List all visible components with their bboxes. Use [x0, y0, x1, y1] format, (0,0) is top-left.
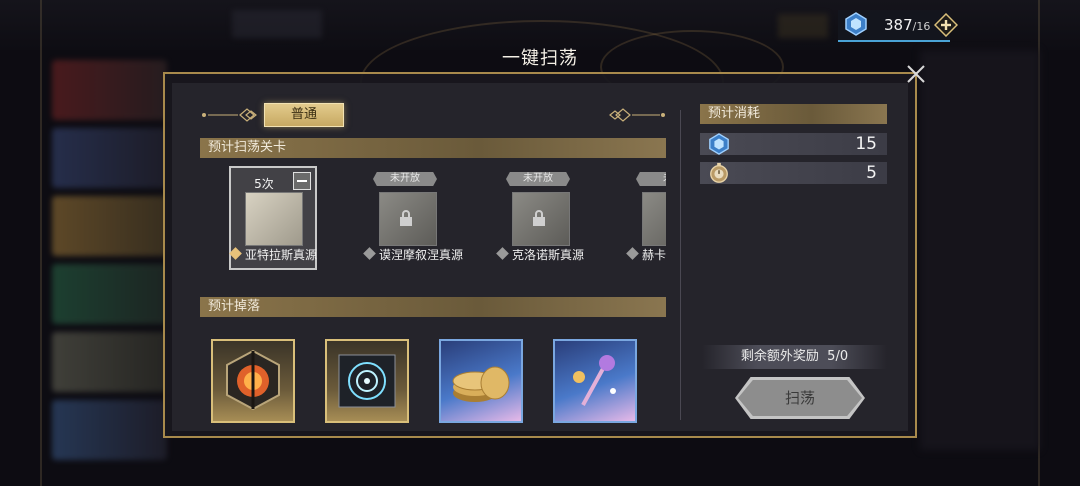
extra-reward-status: 剩余额外奖励 5/0	[702, 345, 887, 369]
stage-diamond-icon	[626, 247, 639, 260]
cost-row-watch: 5	[700, 162, 887, 184]
stage-name: 克洛诺斯真源	[496, 246, 584, 263]
drop-item-record[interactable]	[325, 339, 409, 423]
drop-item-wand[interactable]	[553, 339, 637, 423]
dialog-title: 一键扫荡	[502, 48, 578, 69]
drop-item-cube[interactable]	[211, 339, 295, 423]
lock-icon	[533, 210, 545, 226]
stage-thumbnail	[245, 192, 303, 246]
stage-diamond-icon	[496, 247, 509, 260]
mystery-cube-icon	[226, 349, 280, 411]
astrolabe-record-icon	[338, 354, 396, 408]
plus-icon[interactable]	[934, 13, 958, 37]
drops-section-header: 预计掉落	[200, 297, 666, 317]
sweep-count: 5次	[254, 177, 274, 191]
decrease-count-button[interactable]	[293, 172, 311, 190]
gold-coins-icon	[452, 366, 510, 402]
background-header-blur	[232, 10, 322, 38]
stage-name: 亚特拉斯真源	[229, 246, 317, 263]
cost-value: 15	[855, 134, 877, 154]
cost-row-stamina: 15	[700, 133, 887, 155]
stage-card-clip: 未 赫卡	[626, 166, 666, 270]
stage-diamond-icon	[363, 247, 376, 260]
cost-value: 5	[866, 163, 877, 183]
stage-name: 赫卡	[626, 246, 666, 263]
locked-tag: 未	[636, 172, 666, 186]
background-badge-blur	[778, 14, 828, 38]
locked-tag: 未开放	[373, 172, 437, 186]
locked-tag: 未开放	[506, 172, 570, 186]
cost-section-header: 预计消耗	[700, 104, 887, 124]
stamina-crystal-icon	[709, 133, 729, 155]
stage-diamond-icon	[229, 247, 242, 260]
sweep-button[interactable]: 扫荡	[738, 380, 862, 416]
background-side-menu	[40, 0, 170, 486]
pocket-watch-icon	[710, 162, 728, 183]
drop-item-coins[interactable]	[439, 339, 523, 423]
stage-card-hecate[interactable]: 未 赫卡	[626, 166, 666, 270]
stage-card-kronos[interactable]: 未开放 克洛诺斯真源	[496, 166, 584, 270]
panel-divider	[680, 110, 681, 420]
crystal-wand-icon	[573, 355, 616, 406]
stamina-crystal-icon	[845, 12, 867, 36]
tab-normal[interactable]: 普通	[264, 103, 344, 127]
lock-icon	[400, 210, 412, 226]
tab-ornament-left	[202, 108, 257, 122]
background-right-panel	[920, 50, 1040, 450]
stamina-value: 387/16	[884, 16, 931, 34]
stage-card-atlas[interactable]: 5次 亚特拉斯真源	[229, 166, 317, 270]
stage-thumbnail	[642, 192, 666, 246]
tab-ornament-right	[609, 108, 665, 122]
stage-name: 谟涅摩叙涅真源	[363, 246, 463, 263]
stages-section-header: 预计扫荡关卡	[200, 138, 666, 158]
stage-card-mnemosyne[interactable]: 未开放 谟涅摩叙涅真源	[363, 166, 463, 270]
